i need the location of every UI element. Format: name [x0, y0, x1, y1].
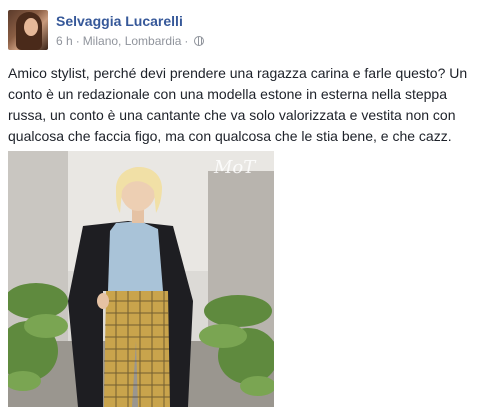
meta-separator: · — [75, 34, 80, 48]
photo-watermark: MoT — [214, 157, 256, 178]
post-timestamp[interactable]: 6 h — [56, 34, 73, 48]
author-avatar[interactable] — [8, 10, 48, 50]
meta-separator: · — [184, 34, 189, 48]
author-name[interactable]: Selvaggia Lucarelli — [56, 13, 183, 29]
facebook-post: Selvaggia Lucarelli 6 h · Milano, Lombar… — [0, 0, 485, 407]
post-photo[interactable]: MoT — [8, 151, 274, 407]
post-meta: 6 h · Milano, Lombardia · — [56, 34, 205, 48]
globe-icon[interactable] — [194, 36, 205, 46]
post-text: Amico stylist, perché devi prendere una … — [8, 65, 468, 144]
post-location[interactable]: Milano, Lombardia — [83, 34, 182, 48]
post-header: Selvaggia Lucarelli 6 h · Milano, Lombar… — [8, 10, 478, 54]
